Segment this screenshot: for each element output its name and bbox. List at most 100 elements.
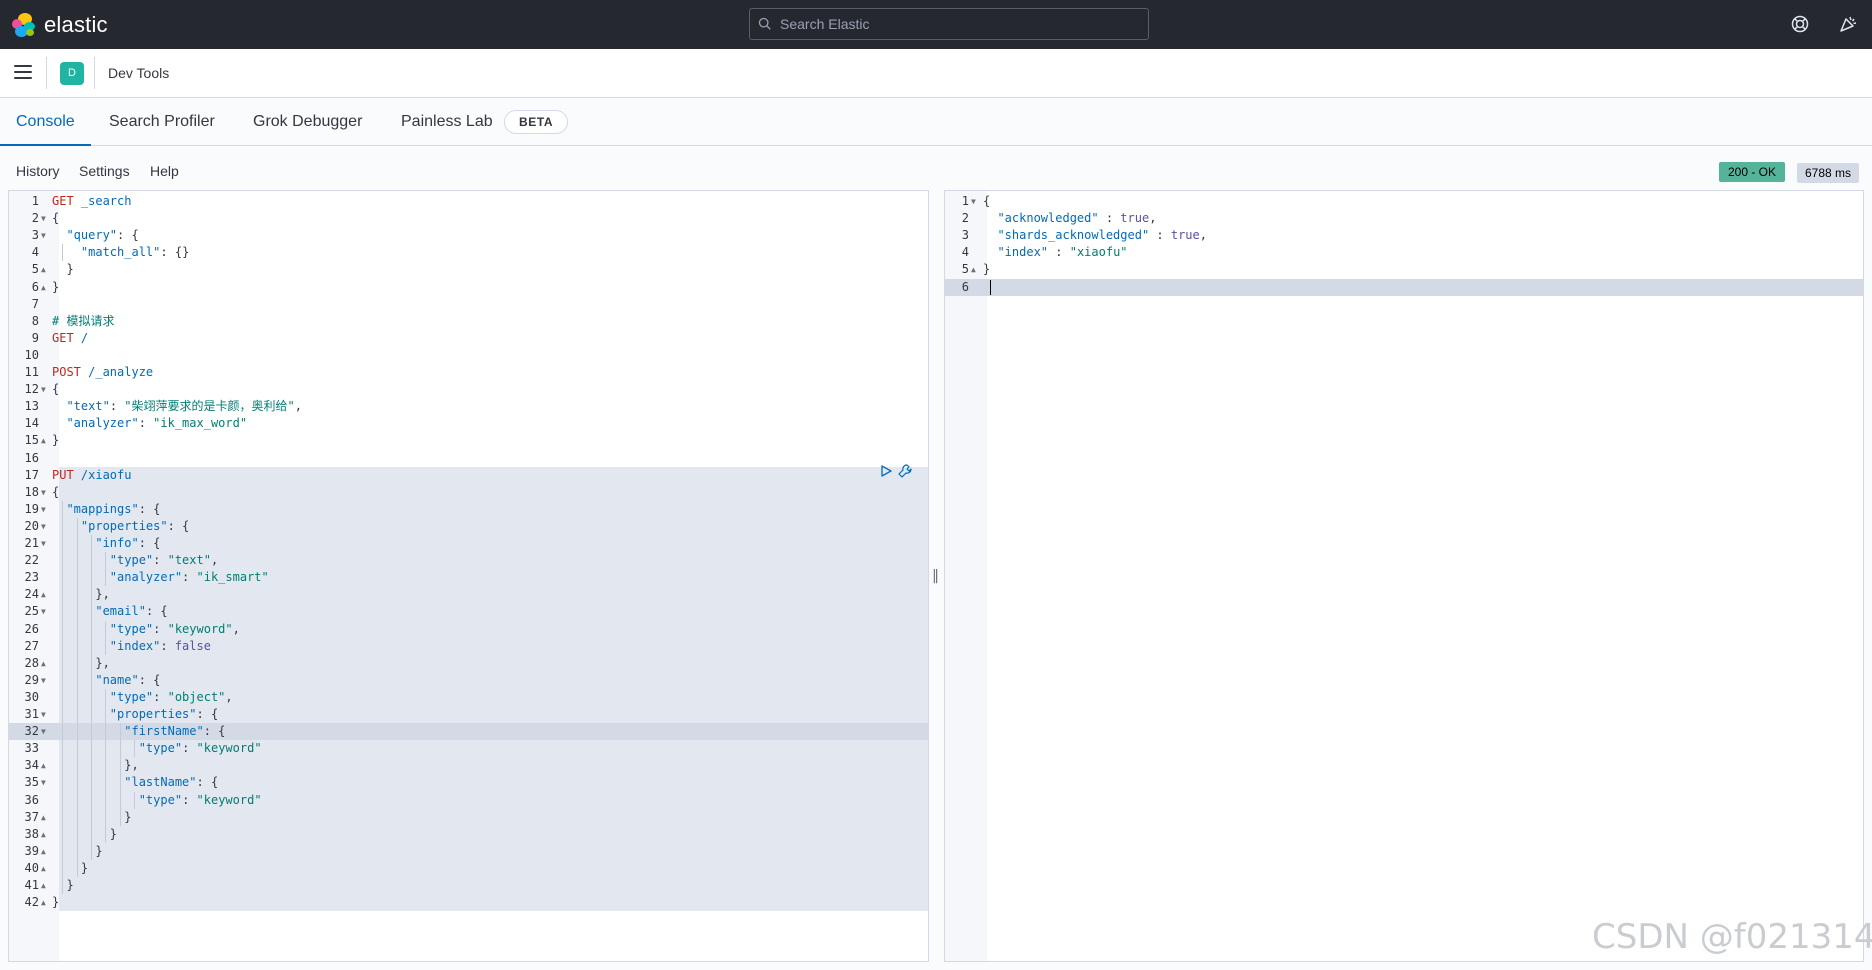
fold-expand-icon[interactable]: ▲ — [971, 261, 976, 278]
panel-resizer[interactable]: ‖ — [932, 568, 939, 584]
indent-guide — [76, 517, 78, 877]
fold-collapse-icon[interactable]: ▼ — [41, 706, 46, 723]
code-line: "acknowledged" : true, — [997, 211, 1157, 226]
watermark: CSDN @f021314 — [1592, 917, 1872, 957]
fold-collapse-icon[interactable]: ▼ — [41, 484, 46, 501]
fold-expand-icon[interactable]: ▲ — [41, 843, 46, 860]
tab-grok-debugger[interactable]: Grok Debugger — [253, 98, 362, 146]
line-number: 8 — [31, 313, 39, 328]
line-number: 37 — [24, 809, 39, 824]
code-line: }, — [52, 587, 110, 602]
line-number: 13 — [24, 399, 39, 414]
indent-guide — [134, 791, 136, 809]
line-number: 24 — [24, 587, 39, 602]
hamburger-icon — [14, 65, 32, 67]
line-number: 32 — [24, 724, 39, 739]
fold-collapse-icon[interactable]: ▼ — [41, 381, 46, 398]
code-line: "analyzer": "ik_max_word" — [66, 416, 248, 431]
search-input[interactable] — [780, 16, 1120, 32]
line-number: 30 — [24, 689, 39, 704]
history-button[interactable]: History — [16, 163, 60, 179]
fold-collapse-icon[interactable]: ▼ — [41, 535, 46, 552]
active-line-highlight — [945, 278, 1863, 296]
code-line: { — [52, 484, 60, 499]
elastic-logo[interactable]: elastic — [12, 12, 108, 38]
line-number: 15 — [24, 433, 39, 448]
indent-guide — [105, 620, 107, 655]
line-number: 17 — [24, 467, 39, 482]
fold-collapse-icon[interactable]: ▼ — [41, 501, 46, 518]
tab-painless-lab[interactable]: Painless Lab — [401, 98, 493, 146]
breadcrumb-bar: D Dev Tools — [0, 49, 1872, 98]
play-icon[interactable] — [879, 464, 893, 478]
help-button[interactable]: Help — [150, 163, 179, 179]
indent-guide — [105, 688, 107, 843]
fold-expand-icon[interactable]: ▲ — [41, 586, 46, 603]
code-line: } — [983, 262, 991, 277]
line-number: 5 — [31, 262, 39, 277]
app-badge[interactable]: D — [60, 62, 84, 85]
fold-collapse-icon[interactable]: ▼ — [41, 518, 46, 535]
elastic-logo-icon — [12, 13, 36, 37]
fold-expand-icon[interactable]: ▲ — [41, 655, 46, 672]
fold-expand-icon[interactable]: ▲ — [41, 261, 46, 278]
tab-search-profiler[interactable]: Search Profiler — [109, 98, 215, 146]
line-number: 34 — [24, 758, 39, 773]
fold-collapse-icon[interactable]: ▼ — [41, 723, 46, 740]
line-number: 23 — [24, 570, 39, 585]
code-line: "type": "object", — [109, 689, 233, 704]
line-number: 21 — [24, 536, 39, 550]
fold-expand-icon[interactable]: ▲ — [41, 877, 46, 894]
menu-toggle-button[interactable] — [14, 65, 32, 81]
code-line: "index" : "xiaofu" — [997, 245, 1128, 260]
line-number: 4 — [961, 245, 969, 260]
indent-guide — [119, 723, 121, 826]
line-number: 42 — [24, 895, 39, 910]
fold-expand-icon[interactable]: ▲ — [41, 757, 46, 774]
wrench-icon[interactable] — [897, 463, 913, 479]
code-line: "type": "keyword" — [138, 741, 262, 756]
line-number: 39 — [24, 843, 39, 858]
code-line: "shards_acknowledged" : true, — [997, 228, 1207, 243]
help-lifebuoy-icon[interactable] — [1790, 14, 1810, 34]
line-number: 7 — [31, 296, 39, 311]
line-number: 38 — [24, 826, 39, 841]
fold-expand-icon[interactable]: ▲ — [41, 279, 46, 296]
fold-collapse-icon[interactable]: ▼ — [971, 193, 976, 210]
line-number: 4 — [31, 245, 39, 260]
indent-guide — [105, 552, 107, 587]
response-editor[interactable]: 1 ▼ {2 "acknowledged" : true, 3 "shards_ack… — [944, 190, 1864, 962]
status-badge: 200 - OK — [1719, 162, 1786, 182]
fold-collapse-icon[interactable]: ▼ — [41, 603, 46, 620]
global-search[interactable] — [749, 8, 1149, 40]
line-number: 12 — [24, 382, 39, 397]
tab-console[interactable]: Console — [0, 98, 91, 146]
indent-guide — [62, 500, 64, 895]
line-number: 5 — [961, 262, 969, 277]
request-time-badge: 6788 ms — [1797, 163, 1860, 183]
line-number: 6 — [31, 279, 39, 294]
fold-collapse-icon[interactable]: ▼ — [41, 774, 46, 791]
fold-collapse-icon[interactable]: ▼ — [41, 210, 46, 227]
fold-expand-icon[interactable]: ▲ — [41, 860, 46, 877]
request-editor[interactable]: 1 GET _search 2 ▼{3 ▼ "query": {4 "match_all… — [8, 190, 929, 962]
line-number: 2 — [961, 211, 969, 226]
fold-expand-icon[interactable]: ▲ — [41, 894, 46, 911]
code-line: GET _search — [52, 194, 132, 208]
code-line: } — [52, 262, 74, 277]
line-number: 40 — [24, 860, 39, 875]
fold-collapse-icon[interactable]: ▼ — [41, 227, 46, 244]
fold-expand-icon[interactable]: ▲ — [41, 809, 46, 826]
beta-badge: BETA — [504, 110, 569, 134]
fold-expand-icon[interactable]: ▲ — [41, 432, 46, 449]
dev-tools-tabs: Console Search Profiler Grok Debugger Pa… — [0, 98, 1872, 146]
newsfeed-icon[interactable] — [1838, 14, 1858, 34]
breadcrumb-title[interactable]: Dev Tools — [108, 65, 169, 81]
code-line: } — [52, 433, 60, 448]
fold-collapse-icon[interactable]: ▼ — [41, 672, 46, 689]
line-number: 3 — [31, 228, 39, 243]
code-line: GET / — [52, 330, 89, 345]
code-line: "name": { — [95, 672, 161, 687]
settings-button[interactable]: Settings — [79, 163, 130, 179]
fold-expand-icon[interactable]: ▲ — [41, 826, 46, 843]
